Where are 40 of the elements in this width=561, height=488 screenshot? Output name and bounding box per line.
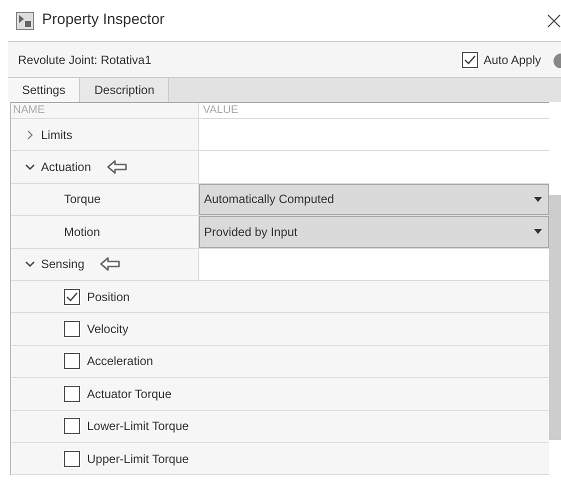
block-title: Revolute Joint: Rotativa1 bbox=[18, 52, 152, 68]
column-header: NAME bbox=[13, 103, 45, 118]
dropdown[interactable]: Provided by Input bbox=[199, 216, 549, 248]
group-label: Actuation bbox=[41, 159, 92, 176]
group-label: Sensing bbox=[41, 256, 84, 274]
tab[interactable]: Description bbox=[80, 78, 170, 102]
dropdown-value: Provided by Input bbox=[204, 224, 298, 241]
auto-apply-checkbox[interactable]: Auto Apply bbox=[462, 50, 541, 68]
caret-icon bbox=[534, 229, 542, 234]
checkbox-label: Upper-Limit Torque bbox=[87, 450, 189, 468]
close-icon bbox=[547, 14, 561, 28]
chevron-down-icon[interactable] bbox=[25, 259, 35, 270]
checkbox-label: Position bbox=[87, 288, 130, 306]
checkbox[interactable] bbox=[64, 288, 80, 305]
checkbox-label: Actuator Torque bbox=[87, 386, 172, 403]
chevron-down-icon[interactable] bbox=[25, 162, 35, 172]
dropdown-value: Automatically Computed bbox=[204, 191, 336, 208]
checkbox[interactable] bbox=[64, 353, 80, 370]
checkbox-label: Lower-Limit Torque bbox=[87, 418, 189, 436]
checkbox[interactable] bbox=[64, 321, 80, 338]
property-label: Motion bbox=[64, 224, 100, 241]
chevron-right-icon[interactable] bbox=[25, 130, 35, 140]
checkbox-label: Velocity bbox=[87, 321, 128, 338]
column-header: VALUE bbox=[203, 103, 238, 118]
dropdown[interactable]: Automatically Computed bbox=[199, 184, 549, 216]
close-button[interactable] bbox=[547, 14, 561, 28]
app-icon bbox=[16, 12, 34, 30]
checkbox[interactable] bbox=[64, 450, 80, 467]
property-label: Torque bbox=[64, 191, 101, 208]
check-icon bbox=[66, 290, 78, 303]
checkbox[interactable] bbox=[462, 52, 478, 68]
group-label: Limits bbox=[41, 126, 72, 144]
window-title: Property Inspector bbox=[42, 10, 165, 30]
caret-icon bbox=[534, 196, 542, 202]
tab[interactable]: Settings bbox=[8, 78, 80, 102]
checkbox[interactable] bbox=[64, 418, 80, 434]
checkbox-label: Acceleration bbox=[87, 353, 154, 370]
check-icon bbox=[464, 54, 476, 66]
help-icon bbox=[553, 52, 561, 68]
checkbox[interactable] bbox=[64, 386, 80, 402]
